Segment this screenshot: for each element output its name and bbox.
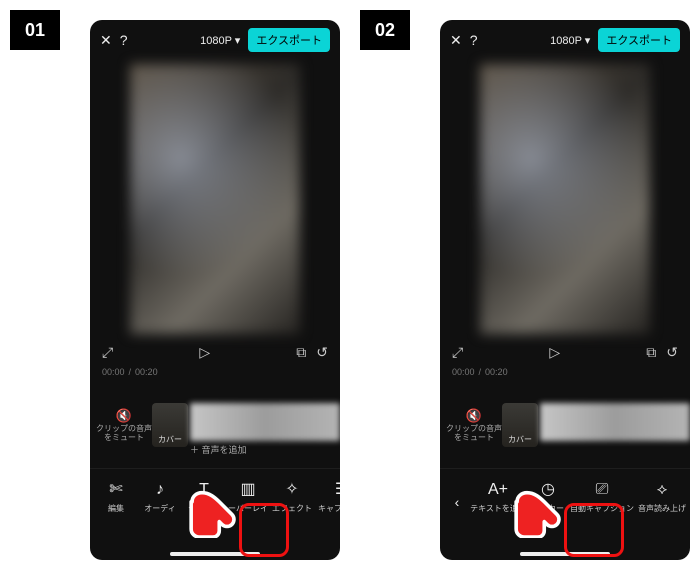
help-icon[interactable]: ? bbox=[120, 32, 128, 48]
auto-caption-icon: ⎚ bbox=[570, 481, 634, 499]
editor-screen-2: ✕ ? 1080P ▾ エクスポート ⤢ ▷ ⧉ ↺ 00:00 / 00:20… bbox=[440, 20, 690, 560]
speech-icon: ⟡ bbox=[634, 481, 690, 499]
top-bar: ✕ ? 1080P ▾ エクスポート bbox=[440, 20, 690, 60]
time-readout: 00:00 / 00:20 bbox=[90, 367, 340, 377]
playback-controls: ⤢ ▷ ⧉ ↺ bbox=[90, 338, 340, 367]
play-button[interactable]: ▷ bbox=[463, 344, 646, 361]
clip-mute-button[interactable]: 🔇 クリップの音声 をミュート bbox=[446, 409, 502, 443]
tool-edit[interactable]: ✄編集 bbox=[94, 479, 138, 514]
step-badge-01: 01 bbox=[10, 10, 60, 50]
add-audio-button[interactable]: ＋ 音声を追加 bbox=[190, 443, 247, 456]
close-icon[interactable]: ✕ bbox=[450, 32, 462, 49]
clip-track[interactable] bbox=[190, 403, 340, 441]
mute-icon: 🔇 bbox=[96, 409, 152, 423]
scissors-icon: ✄ bbox=[94, 479, 138, 499]
time-readout: 00:00 / 00:20 bbox=[440, 367, 690, 377]
home-indicator bbox=[520, 552, 610, 556]
editor-screen-1: ✕ ? 1080P ▾ エクスポート ⤢ ▷ ⧉ ↺ 00:00 / 00:20… bbox=[90, 20, 340, 560]
toolbar-back[interactable]: ‹ bbox=[444, 494, 470, 514]
clip-mute-button[interactable]: 🔇 クリップの音声 をミュート bbox=[96, 409, 152, 443]
time-current: 00:00 bbox=[452, 367, 475, 377]
video-preview[interactable] bbox=[480, 64, 650, 334]
tool-caption[interactable]: ☷キャプション bbox=[314, 479, 340, 514]
export-button[interactable]: エクスポート bbox=[598, 28, 680, 52]
help-icon[interactable]: ? bbox=[470, 32, 478, 48]
mute-icon: 🔇 bbox=[446, 409, 502, 423]
undo-icon[interactable]: ↺ bbox=[666, 344, 678, 361]
text-icon: T bbox=[182, 481, 226, 499]
chevron-left-icon: ‹ bbox=[444, 494, 470, 510]
tool-read-aloud[interactable]: ⟡音声読み上げ bbox=[634, 481, 690, 514]
add-text-icon: A+ bbox=[470, 481, 526, 499]
undo-icon[interactable]: ↺ bbox=[316, 344, 328, 361]
star-icon: ✧ bbox=[270, 479, 314, 499]
time-current: 00:00 bbox=[102, 367, 125, 377]
tool-audio[interactable]: ♪オーディ bbox=[138, 481, 182, 514]
time-total: 00:20 bbox=[135, 367, 158, 377]
tool-auto-caption[interactable]: ⎚自動キャプション bbox=[570, 481, 634, 514]
overlay-icon: ▥ bbox=[226, 479, 270, 499]
tool-sticker[interactable]: ◷テッカー bbox=[526, 479, 570, 514]
top-bar: ✕ ? 1080P ▾ エクスポート bbox=[90, 20, 340, 60]
video-preview[interactable] bbox=[130, 64, 300, 334]
copy-icon[interactable]: ⧉ bbox=[646, 344, 656, 361]
tool-effect[interactable]: ✧エフェクト bbox=[270, 479, 314, 514]
clip-track[interactable] bbox=[540, 403, 690, 441]
main-toolbar: ✄編集 ♪オーディ Tテキスト ▥ーバーレイ ✧エフェクト ☷キャプション ▥テ… bbox=[90, 469, 340, 520]
clip-cover-thumb[interactable]: カバー bbox=[152, 403, 188, 447]
tool-add-text[interactable]: A+テキストを追加 bbox=[470, 481, 526, 514]
playback-controls: ⤢ ▷ ⧉ ↺ bbox=[440, 338, 690, 367]
home-indicator bbox=[170, 552, 260, 556]
clip-cover-thumb[interactable]: カバー bbox=[502, 403, 538, 447]
timeline[interactable]: 🔇 クリップの音声 をミュート カバー bbox=[440, 391, 690, 469]
close-icon[interactable]: ✕ bbox=[100, 32, 112, 49]
copy-icon[interactable]: ⧉ bbox=[296, 344, 306, 361]
time-total: 00:20 bbox=[485, 367, 508, 377]
note-icon: ♪ bbox=[138, 481, 182, 499]
fullscreen-icon[interactable]: ⤢ bbox=[102, 344, 113, 361]
export-button[interactable]: エクスポート bbox=[248, 28, 330, 52]
clock-icon: ◷ bbox=[526, 479, 570, 499]
resolution-button[interactable]: 1080P ▾ bbox=[550, 34, 590, 47]
text-toolbar: ‹ A+テキストを追加 ◷テッカー ⎚自動キャプション ⟡音声読み上げ ▥テキス… bbox=[440, 469, 690, 520]
fullscreen-icon[interactable]: ⤢ bbox=[452, 344, 463, 361]
caption-icon: ☷ bbox=[314, 479, 340, 499]
step-badge-02: 02 bbox=[360, 10, 410, 50]
resolution-button[interactable]: 1080P ▾ bbox=[200, 34, 240, 47]
play-button[interactable]: ▷ bbox=[113, 344, 296, 361]
timeline[interactable]: 🔇 クリップの音声 をミュート カバー ＋ 音声を追加 bbox=[90, 391, 340, 469]
tool-text[interactable]: Tテキスト bbox=[182, 481, 226, 514]
tool-overlay[interactable]: ▥ーバーレイ bbox=[226, 479, 270, 514]
